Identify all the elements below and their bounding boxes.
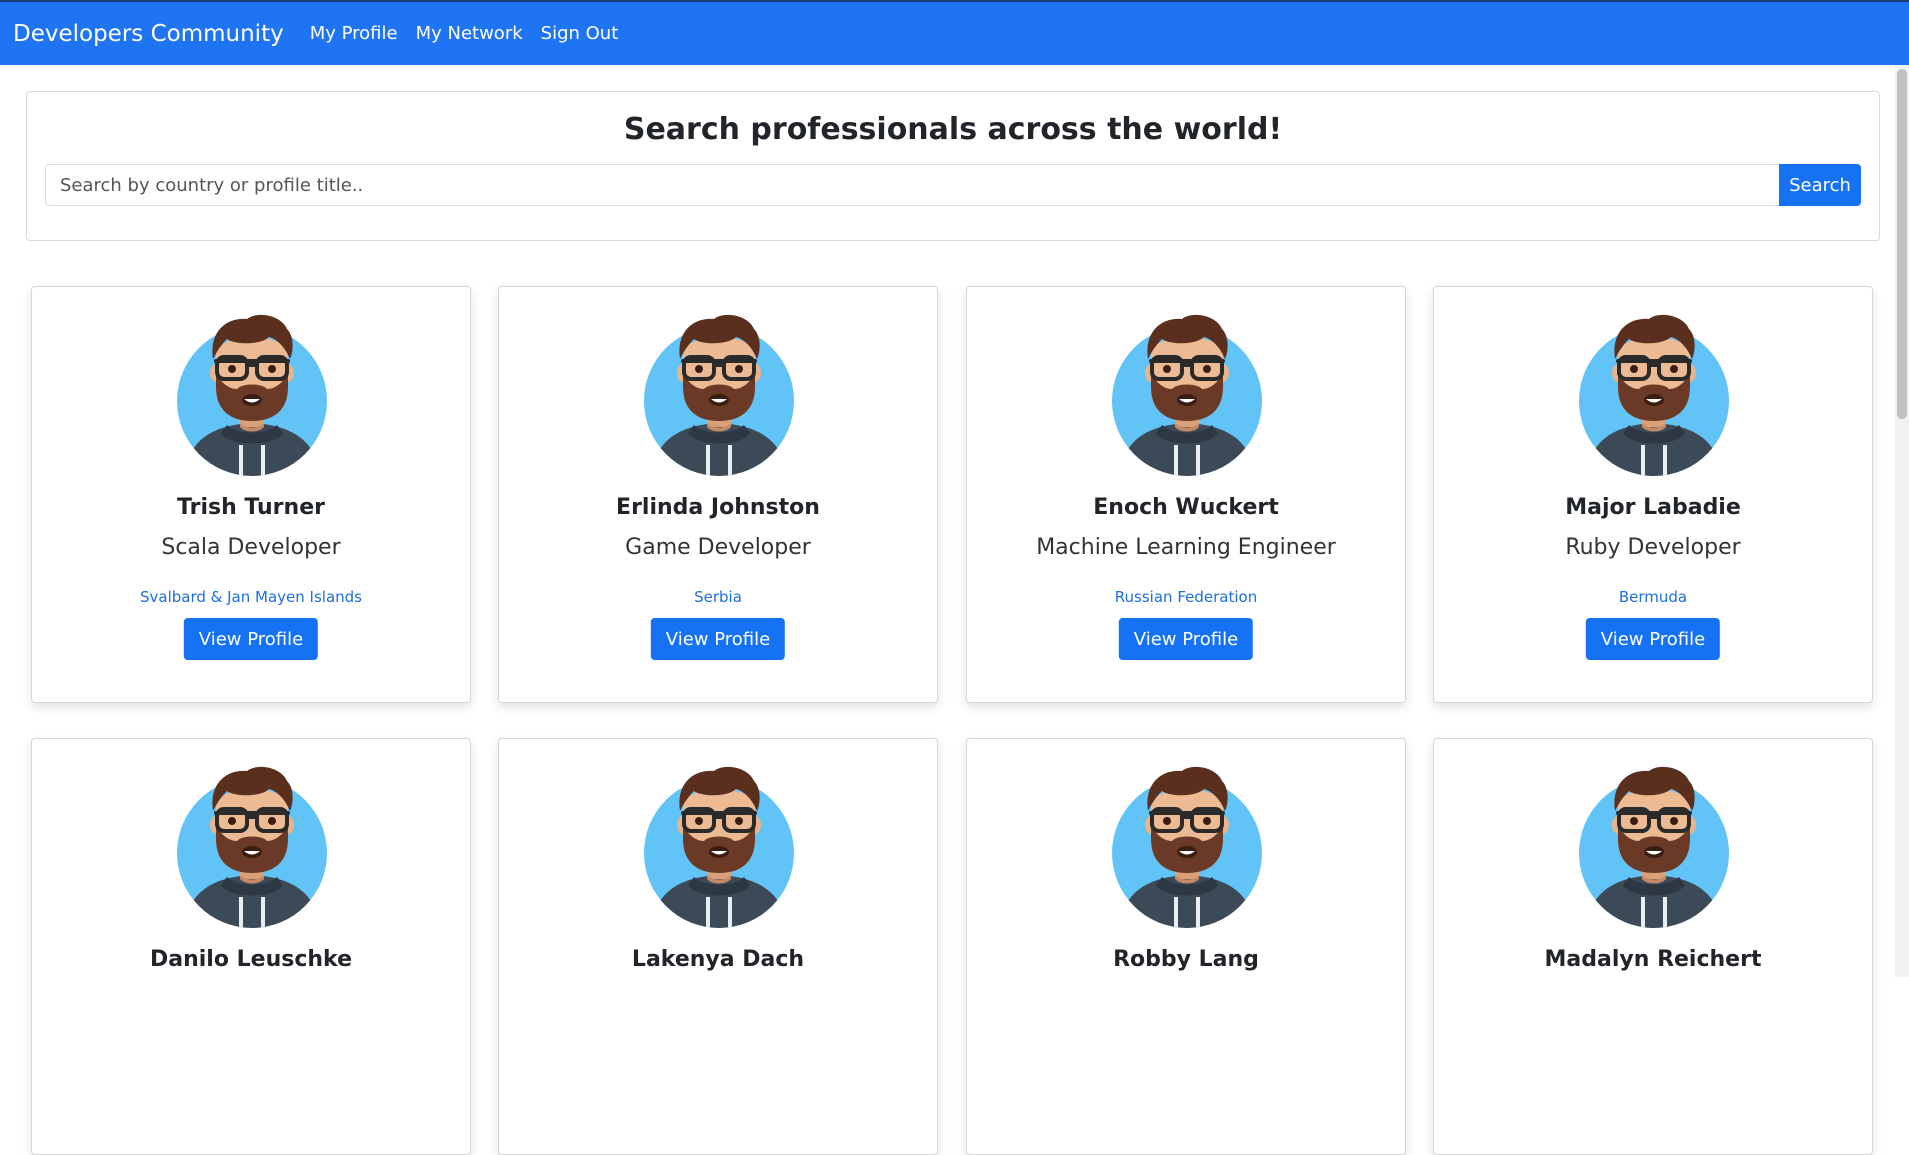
view-profile-button[interactable]: View Profile xyxy=(650,618,786,660)
profile-title: Scala Developer xyxy=(161,535,341,560)
profile-title: Game Developer xyxy=(625,535,811,560)
profile-country-link[interactable]: Svalbard & Jan Mayen Islands xyxy=(32,588,470,606)
search-row: Search xyxy=(45,164,1861,206)
profile-card: Trish Turner Scala Developer Svalbard & … xyxy=(31,286,471,703)
top-navbar: Developers Community My Profile My Netwo… xyxy=(0,0,1909,65)
search-input[interactable] xyxy=(45,164,1779,206)
scrollbar-thumb[interactable] xyxy=(1897,69,1907,419)
brand-link[interactable]: Developers Community xyxy=(13,21,284,47)
developer-avatar-icon xyxy=(1112,765,1262,928)
profile-country-link[interactable]: Serbia xyxy=(499,588,937,606)
profile-name: Danilo Leuschke xyxy=(150,947,352,972)
developer-avatar-icon xyxy=(1112,313,1262,476)
view-profile-button[interactable]: View Profile xyxy=(1118,618,1254,660)
profile-name: Enoch Wuckert xyxy=(1093,495,1279,520)
developer-avatar-icon xyxy=(644,765,794,928)
profile-name: Madalyn Reichert xyxy=(1544,947,1762,972)
search-panel: Search professionals across the world! S… xyxy=(26,91,1880,241)
profile-title: Ruby Developer xyxy=(1565,535,1741,560)
profile-name: Robby Lang xyxy=(1113,947,1259,972)
profile-card: Major Labadie Ruby Developer Bermuda Vie… xyxy=(1433,286,1873,703)
nav-my-network[interactable]: My Network xyxy=(416,23,523,44)
nav-my-profile[interactable]: My Profile xyxy=(310,23,398,44)
view-profile-button[interactable]: View Profile xyxy=(183,618,319,660)
nav-sign-out[interactable]: Sign Out xyxy=(541,23,619,44)
profile-card: Robby Lang xyxy=(966,738,1406,1155)
search-heading: Search professionals across the world! xyxy=(623,112,1283,147)
profile-card: Madalyn Reichert xyxy=(1433,738,1873,1155)
developer-avatar-icon xyxy=(1579,765,1729,928)
developer-avatar-icon xyxy=(177,313,327,476)
profile-name: Trish Turner xyxy=(177,495,325,520)
view-profile-button[interactable]: View Profile xyxy=(1585,618,1721,660)
profile-title: Machine Learning Engineer xyxy=(1036,535,1336,560)
profile-country-link[interactable]: Bermuda xyxy=(1434,588,1872,606)
developer-avatar-icon xyxy=(177,765,327,928)
search-button[interactable]: Search xyxy=(1779,164,1861,206)
profile-name: Major Labadie xyxy=(1565,495,1741,520)
profile-country-link[interactable]: Russian Federation xyxy=(967,588,1405,606)
developer-avatar-icon xyxy=(1579,313,1729,476)
profile-card: Erlinda Johnston Game Developer Serbia V… xyxy=(498,286,938,703)
profile-card: Danilo Leuschke xyxy=(31,738,471,1155)
developer-avatar-icon xyxy=(644,313,794,476)
profile-name: Erlinda Johnston xyxy=(616,495,820,520)
profile-card: Enoch Wuckert Machine Learning Engineer … xyxy=(966,286,1406,703)
profile-name: Lakenya Dach xyxy=(631,947,805,972)
profile-card: Lakenya Dach xyxy=(498,738,938,1155)
